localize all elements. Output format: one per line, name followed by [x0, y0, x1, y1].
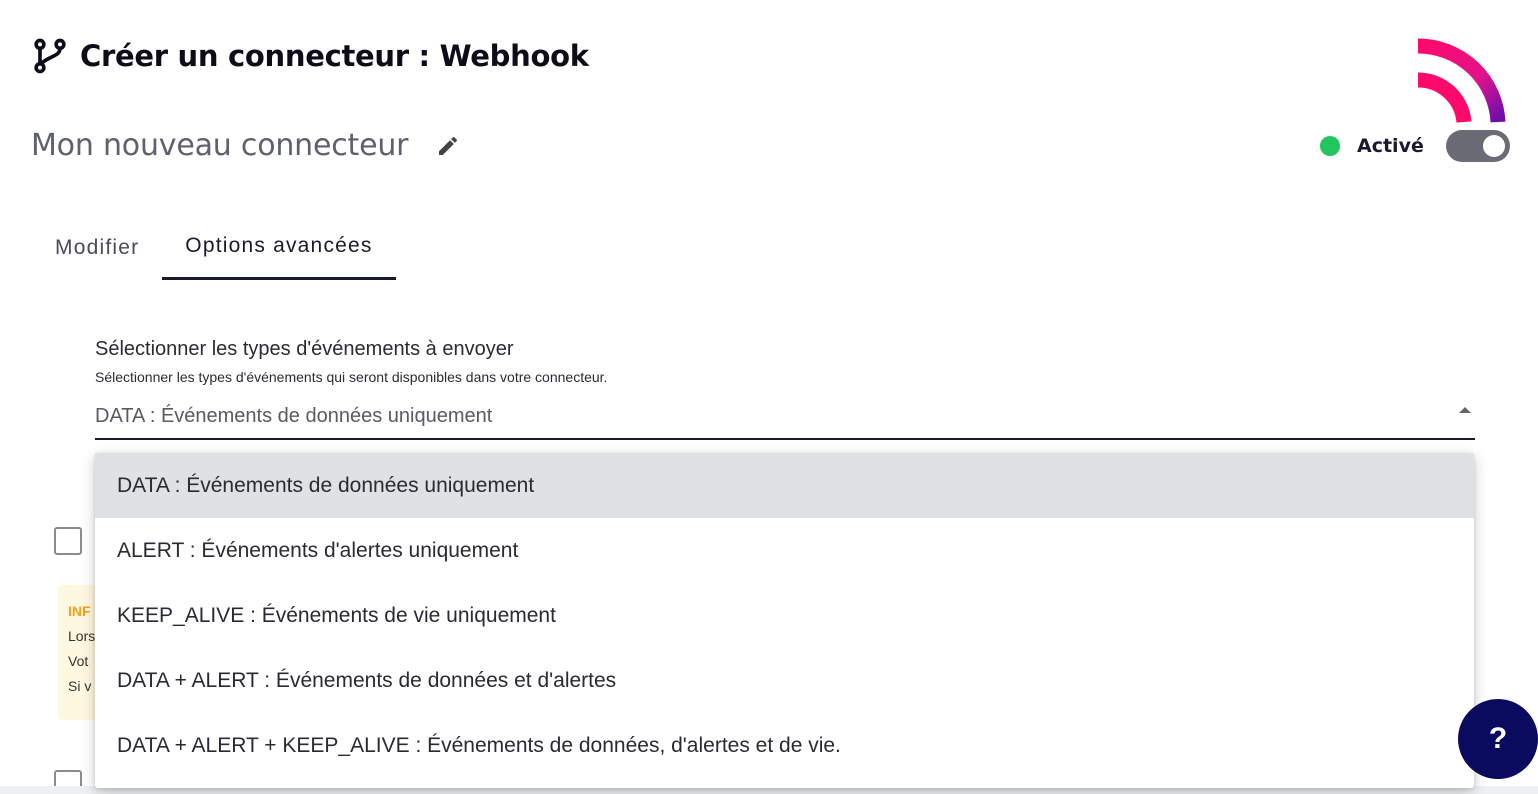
- option-checkbox[interactable]: [54, 527, 82, 555]
- tab-options-avancees[interactable]: Options avancées: [162, 215, 396, 280]
- git-branch-icon: [34, 38, 66, 74]
- menu-option-data[interactable]: DATA : Événements de données uniquement: [95, 453, 1474, 518]
- question-icon: ?: [1488, 722, 1508, 755]
- menu-option-alert[interactable]: ALERT : Événements d'alertes uniquement: [95, 518, 1474, 583]
- pencil-icon[interactable]: [436, 134, 460, 158]
- event-types-select[interactable]: DATA : Événements de données uniquement: [95, 395, 1475, 440]
- status-dot: [1320, 136, 1340, 156]
- page-title: Créer un connecteur : Webhook: [80, 39, 589, 73]
- status-indicator: Activé: [1320, 130, 1510, 162]
- connector-name: Mon nouveau connecteur: [31, 128, 409, 163]
- menu-option-keep-alive[interactable]: KEEP_ALIVE : Événements de vie uniquemen…: [95, 583, 1474, 648]
- event-types-menu: DATA : Événements de données uniquement …: [95, 453, 1474, 788]
- caret-up-icon: [1459, 406, 1471, 413]
- tab-bar: Modifier Options avancées: [32, 215, 396, 280]
- page-header: Créer un connecteur : Webhook: [30, 36, 589, 76]
- brand-logo: [1417, 38, 1506, 124]
- event-types-value: DATA : Événements de données uniquement: [95, 405, 493, 427]
- help-button[interactable]: ?: [1458, 699, 1538, 779]
- menu-option-data-alert[interactable]: DATA + ALERT : Événements de données et …: [95, 648, 1474, 713]
- toggle-knob: [1482, 135, 1505, 157]
- event-types-label: Sélectionner les types d'événements à en…: [95, 338, 514, 360]
- enabled-toggle[interactable]: [1445, 130, 1510, 162]
- tab-modifier[interactable]: Modifier: [32, 215, 162, 280]
- event-types-field: Sélectionner les types d'événements à en…: [95, 338, 1475, 440]
- event-types-help: Sélectionner les types d'événements qui …: [95, 369, 608, 385]
- menu-option-data-alert-keep-alive[interactable]: DATA + ALERT + KEEP_ALIVE : Événements d…: [95, 713, 1474, 778]
- connector-name-row: Mon nouveau connecteur: [31, 128, 460, 163]
- status-label: Activé: [1357, 135, 1424, 157]
